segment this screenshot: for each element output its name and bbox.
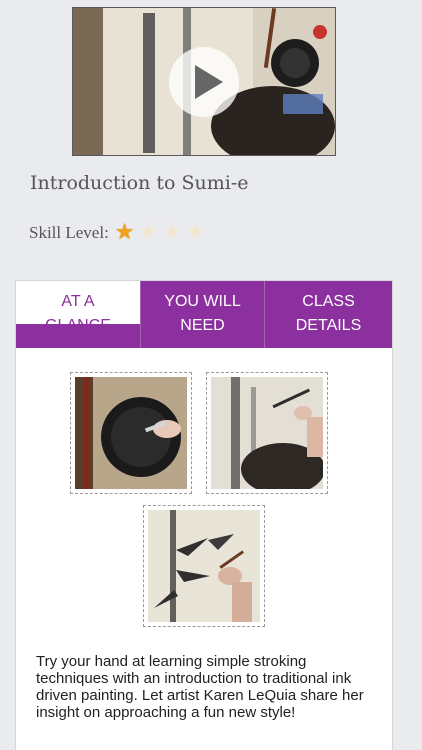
class-description: Try your hand at learning simple strokin… [36, 653, 364, 721]
tab-you-will-need[interactable]: YOU WILL NEED [140, 281, 264, 348]
star-icon: ★ [162, 220, 182, 245]
class-info-card: AT A GLANCE YOU WILL NEED CLASS DETAILS [15, 280, 393, 750]
play-icon[interactable] [169, 46, 239, 117]
tab-class-details[interactable]: CLASS DETAILS [264, 281, 392, 348]
info-tabs: AT A GLANCE YOU WILL NEED CLASS DETAILS [16, 281, 392, 348]
skill-level-label: Skill Level: [29, 223, 109, 242]
star-icon: ★ [114, 220, 135, 245]
gallery-photo-ink-bowl[interactable] [70, 372, 192, 494]
skill-rating-stars: ★ ★ ★ ★ [115, 222, 210, 244]
skill-level: Skill Level: ★ ★ ★ ★ [29, 220, 210, 246]
gallery-photo-painting[interactable] [206, 372, 328, 494]
class-video-thumbnail[interactable] [72, 7, 336, 156]
tab-at-a-glance[interactable]: AT A GLANCE [16, 281, 140, 334]
star-icon: ★ [186, 220, 206, 245]
class-title: Introduction to Sumi-e [30, 172, 249, 194]
star-icon: ★ [138, 220, 159, 245]
gallery-photo-bamboo-leaves[interactable] [143, 505, 265, 627]
